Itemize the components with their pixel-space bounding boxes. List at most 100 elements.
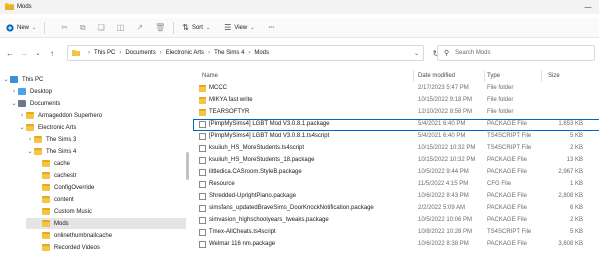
file-type: CFG File: [487, 181, 511, 187]
sidebar-item-documents[interactable]: ⌄ Documents: [10, 98, 186, 109]
sidebar-item-recorded-videos[interactable]: Recorded Videos: [34, 242, 186, 253]
copy-button[interactable]: ⧉: [76, 20, 90, 36]
breadcrumb-the-sims-4[interactable]: The Sims 4: [214, 50, 244, 56]
file-date: 10/5/2022 9:44 PM: [418, 169, 469, 175]
file-row[interactable]: [PimpMySims4] LGBT Mod V3.0.8.1.ts4scrip…: [194, 132, 599, 142]
file-date: 2/2/2022 5:09 AM: [418, 205, 466, 211]
file-date: 5/4/2021 6:40 PM: [418, 121, 466, 127]
sidebar-item-mods[interactable]: Mods: [26, 218, 186, 229]
sidebar-item-cache[interactable]: cache: [34, 158, 186, 169]
file-row[interactable]: [PimpMySims4] LGBT Mod V3.0.8.1.package 5…: [193, 119, 599, 131]
chevron-right-icon[interactable]: ›: [10, 89, 18, 95]
view-button[interactable]: ☰ View ⌄: [220, 20, 258, 36]
sidebar-item-custom-music[interactable]: Custom Music: [34, 206, 186, 217]
chevron-down-icon[interactable]: ⌄: [18, 124, 26, 131]
folder-icon: [34, 148, 42, 155]
file-row[interactable]: littledica.CASroom.StyleB.package 10/5/20…: [194, 168, 599, 178]
file-name: ksuiiuh_HS_MoreStudents.ts4script: [209, 145, 305, 151]
column-header-type[interactable]: Type: [487, 70, 541, 82]
sidebar-item-content[interactable]: content: [34, 194, 186, 205]
new-label: New: [17, 24, 30, 31]
breadcrumb-electronic-arts[interactable]: Electronic Arts: [166, 50, 204, 56]
folder-icon: [42, 184, 50, 191]
view-icon: ☰: [224, 23, 232, 32]
column-header-date[interactable]: Date modified: [418, 70, 484, 82]
chevron-down-icon: ⌄: [205, 24, 211, 31]
chevron-right-icon[interactable]: ›: [26, 137, 34, 143]
file-size: 5 KB: [569, 229, 583, 235]
folder-icon: [34, 136, 42, 143]
folder-icon: [72, 49, 80, 58]
address-bar[interactable]: › This PC › Documents › Electronic Arts …: [67, 45, 424, 61]
minimize-icon[interactable]: —: [577, 0, 599, 14]
file-row[interactable]: Resource 11/5/2022 4:15 PM CFG File 1 KB: [194, 180, 599, 190]
cut-button[interactable]: ✂: [57, 20, 72, 36]
folder-icon: [5, 2, 14, 12]
column-header-name[interactable]: Name: [202, 70, 402, 82]
chevron-down-icon[interactable]: ⌄: [414, 50, 419, 57]
file-row[interactable]: Welmar 116 nm.package 10/6/2022 8:38 PM PA…: [194, 240, 599, 250]
file-row[interactable]: MIKYA fast write 10/15/2022 9:18 PM File f…: [194, 96, 599, 106]
file-row[interactable]: simsfans_updatedBraveSims_DoorKnockNotif…: [194, 204, 599, 214]
file-size: 5 KB: [569, 133, 583, 139]
rename-button[interactable]: ◫: [113, 20, 129, 36]
file-row[interactable]: ksuiiuh_HS_MoreStudents_18.package 10/15/…: [194, 156, 599, 166]
up-arrow-icon[interactable]: ↑: [45, 49, 59, 58]
sidebar-item-electronic-arts[interactable]: ⌄ Electronic Arts: [18, 122, 186, 133]
file-date: 10/15/2022 9:18 PM: [418, 97, 473, 103]
file-row[interactable]: MCCC 2/17/2023 5:47 PM File folder: [194, 84, 599, 94]
file-row[interactable]: Tmex-AllCheats.ts4script 10/8/2022 10:28 …: [194, 228, 599, 238]
sort-button[interactable]: ⇅ Sort ⌄: [178, 20, 214, 36]
file-row[interactable]: TEARSOFTYR 12/10/2022 8:58 PM File folder: [194, 108, 599, 118]
breadcrumb-this-pc[interactable]: This PC: [94, 50, 115, 56]
sidebar-item-cachestr[interactable]: cachestr: [34, 170, 186, 181]
sidebar-item-onlinethumbnailcache[interactable]: onlinethumbnailcache: [34, 230, 186, 241]
file-size: 2,808 KB: [558, 193, 583, 199]
new-button[interactable]: New ⌄: [2, 20, 40, 36]
file-row[interactable]: simvasion_highschoolyears_tweaks.package…: [194, 216, 599, 226]
chevron-right-icon[interactable]: ›: [18, 113, 26, 119]
file-row[interactable]: Shredded-UprightPiano.package 10/6/2022 8…: [194, 192, 599, 202]
file-name: Shredded-UprightPiano.package: [209, 193, 297, 199]
sidebar-item-configoverride[interactable]: ConfigOverride: [34, 182, 186, 193]
sidebar-item-armageddon-superhero[interactable]: › Armageddon Superhero: [18, 110, 186, 121]
file-type: PACKAGE File: [487, 121, 527, 127]
file-date: 10/6/2022 8:43 PM: [418, 193, 469, 199]
sidebar-item-label: Electronic Arts: [38, 124, 77, 131]
chevron-down-icon[interactable]: ⌄: [2, 76, 10, 83]
column-header-size[interactable]: Size: [548, 70, 588, 82]
file-icon: [199, 205, 206, 212]
back-arrow-icon[interactable]: ←: [3, 49, 17, 58]
column-divider[interactable]: [413, 70, 414, 82]
sidebar-item-the-sims-4[interactable]: ⌄ The Sims 4: [26, 146, 186, 157]
paste-button[interactable]: ❏: [94, 20, 109, 36]
chevron-down-icon[interactable]: ⌄: [26, 148, 34, 155]
folder-icon: [26, 124, 34, 131]
file-icon: [199, 241, 206, 248]
search-box[interactable]: ⚲ Search Mods: [437, 45, 595, 61]
file-size: 3,608 KB: [558, 241, 583, 247]
breadcrumb-mods[interactable]: Mods: [254, 50, 269, 56]
chevron-right-icon: ›: [159, 50, 162, 56]
sort-icon: ⇅: [182, 23, 189, 32]
sidebar-scrollbar[interactable]: [186, 152, 189, 180]
chevron-down-icon[interactable]: ⌄: [31, 50, 45, 57]
command-bar: New ⌄ ✂ ⧉ ❏ ◫ ↗ 🗑 ⇅ Sort ⌄ ☰ View ⌄ ···: [0, 18, 599, 38]
share-button[interactable]: ↗: [132, 20, 147, 36]
sort-label: Sort: [191, 24, 203, 31]
breadcrumb-documents[interactable]: Documents: [125, 50, 155, 56]
file-row[interactable]: ksuiiuh_HS_MoreStudents.ts4script 10/15/2…: [194, 144, 599, 154]
delete-button[interactable]: 🗑: [151, 20, 169, 36]
column-divider[interactable]: [541, 70, 542, 82]
chevron-down-icon: ⌄: [250, 24, 255, 31]
chevron-down-icon[interactable]: ⌄: [10, 100, 18, 107]
sidebar-item-this-pc[interactable]: ⌄ This PC: [2, 74, 186, 85]
toolbar-divider: [44, 21, 46, 34]
forward-arrow-icon[interactable]: →: [17, 49, 31, 58]
sidebar-item-the-sims-3[interactable]: › The Sims 3: [26, 134, 186, 145]
file-name: Resource: [209, 181, 235, 187]
column-divider[interactable]: [484, 70, 485, 82]
sidebar-item-desktop[interactable]: › Desktop: [10, 86, 186, 97]
file-name: MCCC: [209, 85, 227, 91]
more-options-button[interactable]: ···: [264, 20, 278, 36]
